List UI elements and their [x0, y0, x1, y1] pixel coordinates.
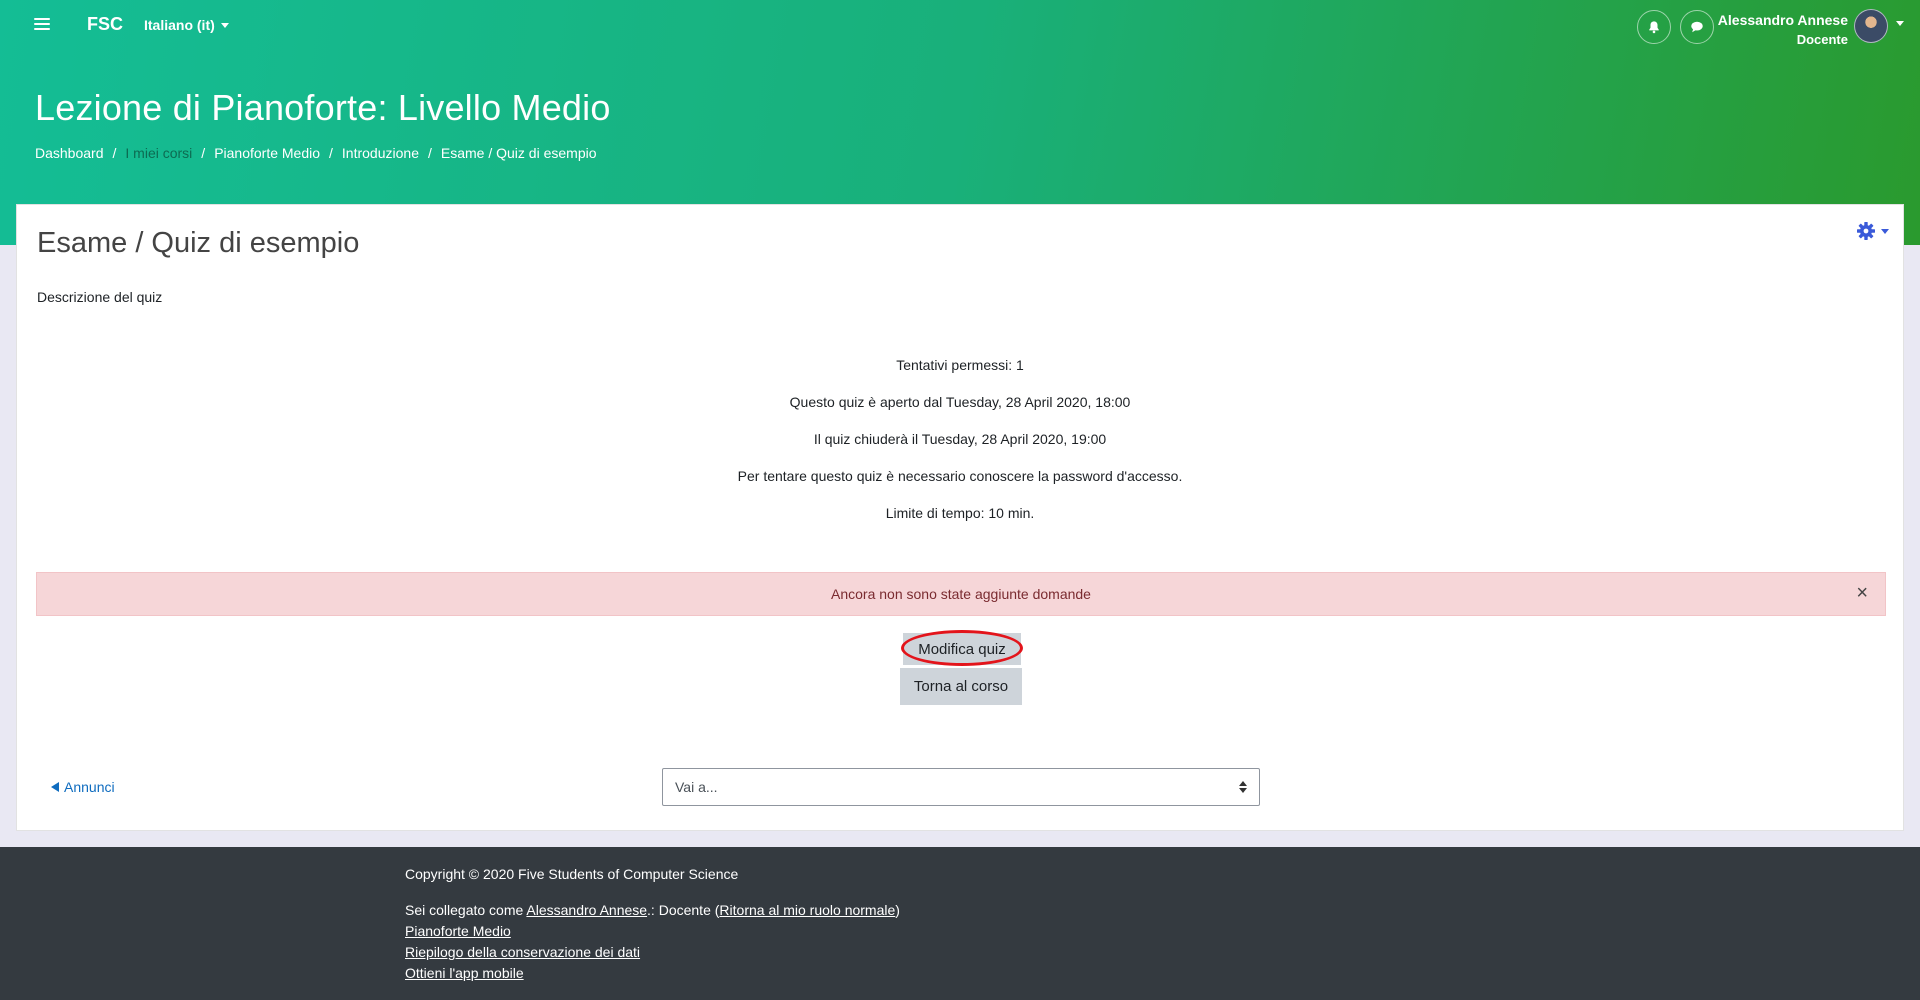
- copyright-text: Copyright © 2020 Five Students of Comput…: [405, 866, 739, 882]
- notifications-button[interactable]: [1637, 10, 1671, 44]
- chat-icon: [1691, 21, 1703, 33]
- info-attempts: Tentativi permessi: 1: [896, 357, 1024, 373]
- breadcrumb-section[interactable]: Introduzione: [342, 145, 419, 161]
- breadcrumb-separator: /: [329, 145, 333, 161]
- page-title: Esame / Quiz di esempio: [37, 227, 360, 259]
- breadcrumb-my-courses[interactable]: I miei corsi: [125, 145, 192, 161]
- main-content: Esame / Quiz di esempio Descrizione del …: [16, 204, 1904, 831]
- bars-icon[interactable]: [34, 18, 50, 30]
- avatar[interactable]: [1854, 9, 1888, 43]
- course-title: Lezione di Pianoforte: Livello Medio: [35, 87, 611, 128]
- logged-prefix: Sei collegato come: [405, 902, 527, 918]
- navbar: FSC Italiano (it) Alessandro Annese Doce…: [0, 0, 1920, 50]
- jump-to-select[interactable]: Vai a...: [662, 768, 1260, 806]
- chevron-down-icon[interactable]: [1896, 21, 1904, 26]
- language-label: Italiano (it): [144, 17, 215, 33]
- info-password: Per tentare questo quiz è necessario con…: [737, 468, 1183, 484]
- info-close-date: Il quiz chiuderà il Tuesday, 28 April 20…: [813, 431, 1107, 447]
- user-role: Docente: [1796, 32, 1848, 47]
- breadcrumb-separator: /: [427, 145, 432, 161]
- language-menu[interactable]: Italiano (it): [144, 17, 229, 33]
- select-arrows-icon: [1239, 781, 1247, 793]
- breadcrumb-dashboard[interactable]: Dashboard: [35, 145, 104, 161]
- user-menu[interactable]: Alessandro Annese Docente: [1718, 10, 1848, 50]
- breadcrumb-separator: /: [201, 145, 206, 161]
- breadcrumb: Dashboard / I miei corsi / Pianoforte Me…: [35, 145, 597, 161]
- settings-menu[interactable]: [1856, 221, 1889, 241]
- alert-message: Ancora non sono state aggiunte domande: [831, 586, 1091, 602]
- previous-activity-label: Annunci: [64, 779, 115, 795]
- footer-link-course[interactable]: Pianoforte Medio: [405, 923, 511, 939]
- breadcrumb-separator: /: [112, 145, 117, 161]
- jump-to-value: Vai a...: [675, 779, 718, 795]
- back-to-course-button[interactable]: Torna al corso: [900, 668, 1022, 705]
- logged-user-link[interactable]: Alessandro Annese: [526, 902, 647, 918]
- user-name: Alessandro Annese: [1717, 12, 1848, 28]
- edit-quiz-button[interactable]: Modifica quiz: [903, 633, 1021, 665]
- close-icon[interactable]: ×: [1856, 583, 1868, 603]
- quiz-description: Descrizione del quiz: [37, 289, 163, 305]
- login-info: Sei collegato come Alessandro Annese.: D…: [405, 902, 900, 918]
- bell-icon: [1649, 21, 1659, 34]
- triangle-left-icon: [51, 782, 59, 792]
- logged-middle: .: Docente (: [647, 902, 720, 918]
- gear-icon: [1857, 222, 1875, 240]
- breadcrumb-course[interactable]: Pianoforte Medio: [214, 145, 320, 161]
- info-open-date: Questo quiz è aperto dal Tuesday, 28 Apr…: [789, 394, 1131, 410]
- chevron-down-icon: [1881, 228, 1889, 234]
- no-questions-alert: Ancora non sono state aggiunte domande ×: [36, 572, 1886, 616]
- footer-link-data-retention[interactable]: Riepilogo della conservazione dei dati: [405, 944, 640, 960]
- site-brand[interactable]: FSC: [87, 14, 123, 35]
- info-time-limit: Limite di tempo: 10 min.: [885, 505, 1035, 521]
- breadcrumb-quiz[interactable]: Esame / Quiz di esempio: [441, 145, 597, 161]
- footer-link-mobile-app[interactable]: Ottieni l'app mobile: [405, 965, 524, 981]
- previous-activity-link[interactable]: Annunci: [51, 779, 115, 795]
- return-role-link[interactable]: Ritorna al mio ruolo normale: [719, 902, 895, 918]
- logged-suffix: ): [895, 902, 900, 918]
- messages-button[interactable]: [1680, 10, 1714, 44]
- page-footer: Copyright © 2020 Five Students of Comput…: [0, 847, 1920, 1000]
- chevron-down-icon: [220, 22, 229, 28]
